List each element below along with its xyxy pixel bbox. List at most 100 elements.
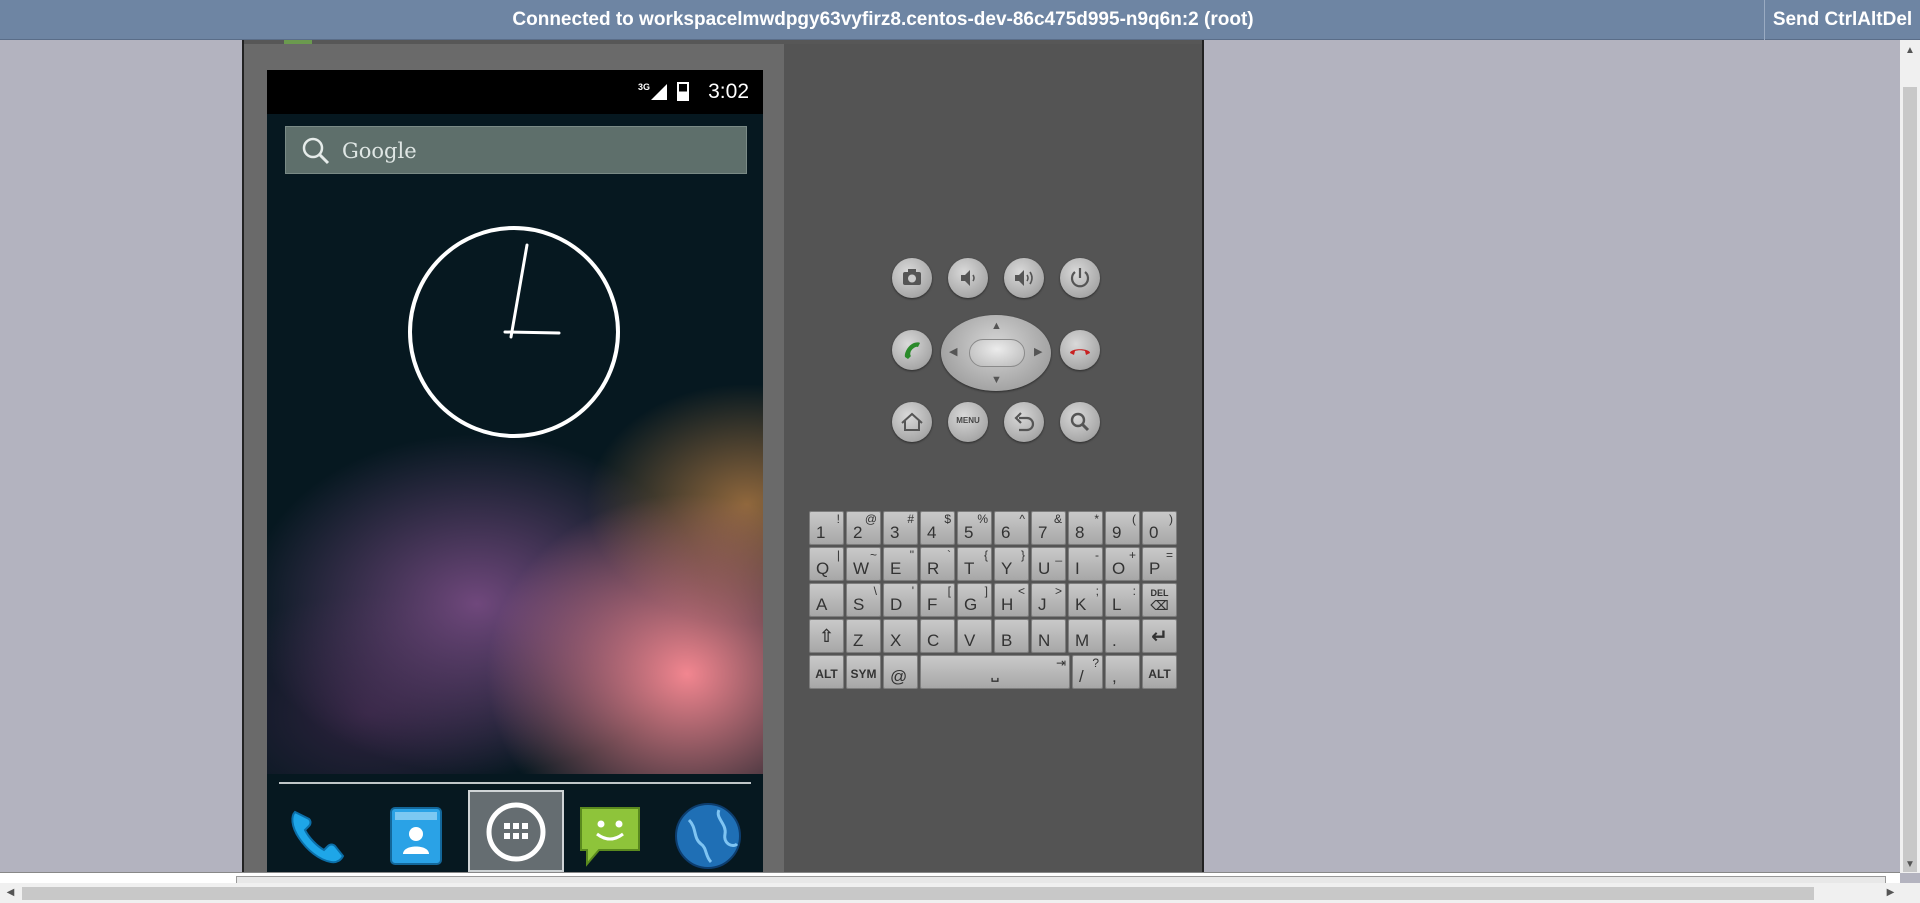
key-r[interactable]: R `	[920, 547, 955, 581]
phone-icon[interactable]	[281, 798, 355, 872]
key-s[interactable]: S \	[846, 583, 881, 617]
vertical-scroll-thumb[interactable]	[1903, 87, 1917, 872]
phone-screen[interactable]: 3G 3:02 Google	[267, 70, 763, 872]
horizontal-scroll-thumb[interactable]	[22, 887, 1814, 900]
enter-icon: ↵	[1151, 626, 1168, 648]
key-.[interactable]: .	[1105, 619, 1140, 653]
key-n[interactable]: N	[1031, 619, 1066, 653]
key-0[interactable]: 0)	[1142, 511, 1177, 545]
key-o[interactable]: O +	[1105, 547, 1140, 581]
scroll-left-icon[interactable]: ◀	[2, 883, 19, 903]
browser-icon[interactable]	[671, 798, 745, 872]
google-search-bar[interactable]: Google	[285, 126, 747, 174]
key-main-label: 2	[853, 523, 863, 542]
send-ctrl-alt-del-button[interactable]: Send CtrlAltDel	[1764, 0, 1920, 40]
tab-icon: ⇥	[1055, 656, 1066, 670]
dock-divider	[279, 782, 751, 784]
scroll-up-icon[interactable]: ▲	[1900, 42, 1920, 59]
key-j[interactable]: J >	[1031, 583, 1066, 617]
menu-button[interactable]: MENU	[948, 402, 988, 442]
key-a[interactable]: A	[809, 583, 844, 617]
home-button[interactable]	[892, 402, 932, 442]
key-sym[interactable]: SYM	[846, 655, 881, 689]
key-2[interactable]: 2 @	[846, 511, 881, 545]
key-z[interactable]: Z	[846, 619, 881, 653]
key-t[interactable]: T{	[957, 547, 992, 581]
key-g[interactable]: G]	[957, 583, 992, 617]
key-3[interactable]: 3 #	[883, 511, 918, 545]
dpad-center-button[interactable]	[969, 339, 1025, 367]
dpad-left-icon[interactable]: ◀	[949, 347, 957, 358]
volume-up-button[interactable]	[1004, 258, 1044, 298]
key-h[interactable]: H <	[994, 583, 1029, 617]
key-w[interactable]: W ~	[846, 547, 881, 581]
key-m[interactable]: M	[1068, 619, 1103, 653]
key-shift-label: ]	[984, 584, 988, 598]
scroll-right-icon[interactable]: ▶	[1882, 883, 1899, 903]
key-f[interactable]: F[	[920, 583, 955, 617]
key-b[interactable]: B	[994, 619, 1029, 653]
dpad-up-icon[interactable]: ▲	[991, 321, 1002, 332]
key-c[interactable]: C	[920, 619, 955, 653]
key-shift-label: @	[864, 512, 877, 526]
vertical-scrollbar[interactable]: ▲ ▼	[1900, 40, 1920, 873]
key-alt-left[interactable]: ALT	[809, 655, 844, 689]
dpad-down-icon[interactable]: ▼	[991, 375, 1002, 386]
analog-clock-widget[interactable]	[407, 225, 621, 439]
key-shift-label: -	[1095, 548, 1099, 562]
key-8[interactable]: 8 *	[1068, 511, 1103, 545]
dpad[interactable]: ▲ ▼ ◀ ▶	[941, 315, 1051, 391]
key-main-label: 5	[964, 523, 974, 542]
camera-button[interactable]	[892, 258, 932, 298]
key-del[interactable]: DEL ⌫	[1142, 583, 1177, 617]
key-main-label: I	[1075, 559, 1080, 578]
key-shift-label: (	[1132, 512, 1136, 526]
volume-down-button[interactable]	[948, 258, 988, 298]
key-space[interactable]: ␣ ⇥	[920, 655, 1070, 689]
key-p[interactable]: P =	[1142, 547, 1177, 581]
back-button[interactable]	[1004, 402, 1044, 442]
key-l[interactable]: L:	[1105, 583, 1140, 617]
key-y[interactable]: Y}	[994, 547, 1029, 581]
key-5[interactable]: 5%	[957, 511, 992, 545]
connection-title: Connected to workspacelmwdpgy63vyfirz8.c…	[512, 9, 1254, 30]
horizontal-scrollbar[interactable]: ◀ ▶	[0, 883, 1920, 903]
key-shift-label: :	[1132, 584, 1136, 598]
key-main-label: 3	[890, 523, 900, 542]
scroll-down-icon[interactable]: ▼	[1900, 856, 1920, 873]
key-4[interactable]: 4 $	[920, 511, 955, 545]
power-button[interactable]	[1060, 258, 1100, 298]
key-shift-label: $	[944, 512, 951, 526]
key-k[interactable]: K;	[1068, 583, 1103, 617]
key-slash[interactable]: /?	[1072, 655, 1103, 689]
key-v[interactable]: V	[957, 619, 992, 653]
call-button[interactable]	[892, 330, 932, 370]
key-shift-label: >	[1054, 584, 1062, 598]
key-x[interactable]: X	[883, 619, 918, 653]
key-shift[interactable]: ⇧	[809, 619, 844, 653]
key-enter[interactable]: ↵	[1142, 619, 1177, 653]
search-button[interactable]	[1060, 402, 1100, 442]
app-drawer-button[interactable]	[468, 790, 564, 872]
key-e[interactable]: E "	[883, 547, 918, 581]
key-d[interactable]: D '	[883, 583, 918, 617]
status-time: 3:02	[708, 80, 749, 103]
key-comma[interactable]: ,	[1105, 655, 1140, 689]
key-i[interactable]: I-	[1068, 547, 1103, 581]
key-u[interactable]: U _	[1031, 547, 1066, 581]
key-1[interactable]: 1!	[809, 511, 844, 545]
signal-icon	[651, 84, 667, 100]
key-at[interactable]: @	[883, 655, 918, 689]
messaging-icon[interactable]	[573, 798, 647, 872]
end-call-button[interactable]	[1060, 330, 1100, 370]
key-q[interactable]: Q |	[809, 547, 844, 581]
contacts-icon[interactable]	[379, 798, 453, 872]
key-main-label: 0	[1149, 523, 1159, 542]
key-alt-right[interactable]: ALT	[1142, 655, 1177, 689]
key-shift-label: ^	[1019, 512, 1025, 526]
key-6[interactable]: 6 ^	[994, 511, 1029, 545]
key-7[interactable]: 7 &	[1031, 511, 1066, 545]
key-9[interactable]: 9(	[1105, 511, 1140, 545]
key-shift-label: \	[873, 584, 877, 598]
dpad-right-icon[interactable]: ▶	[1034, 347, 1042, 358]
